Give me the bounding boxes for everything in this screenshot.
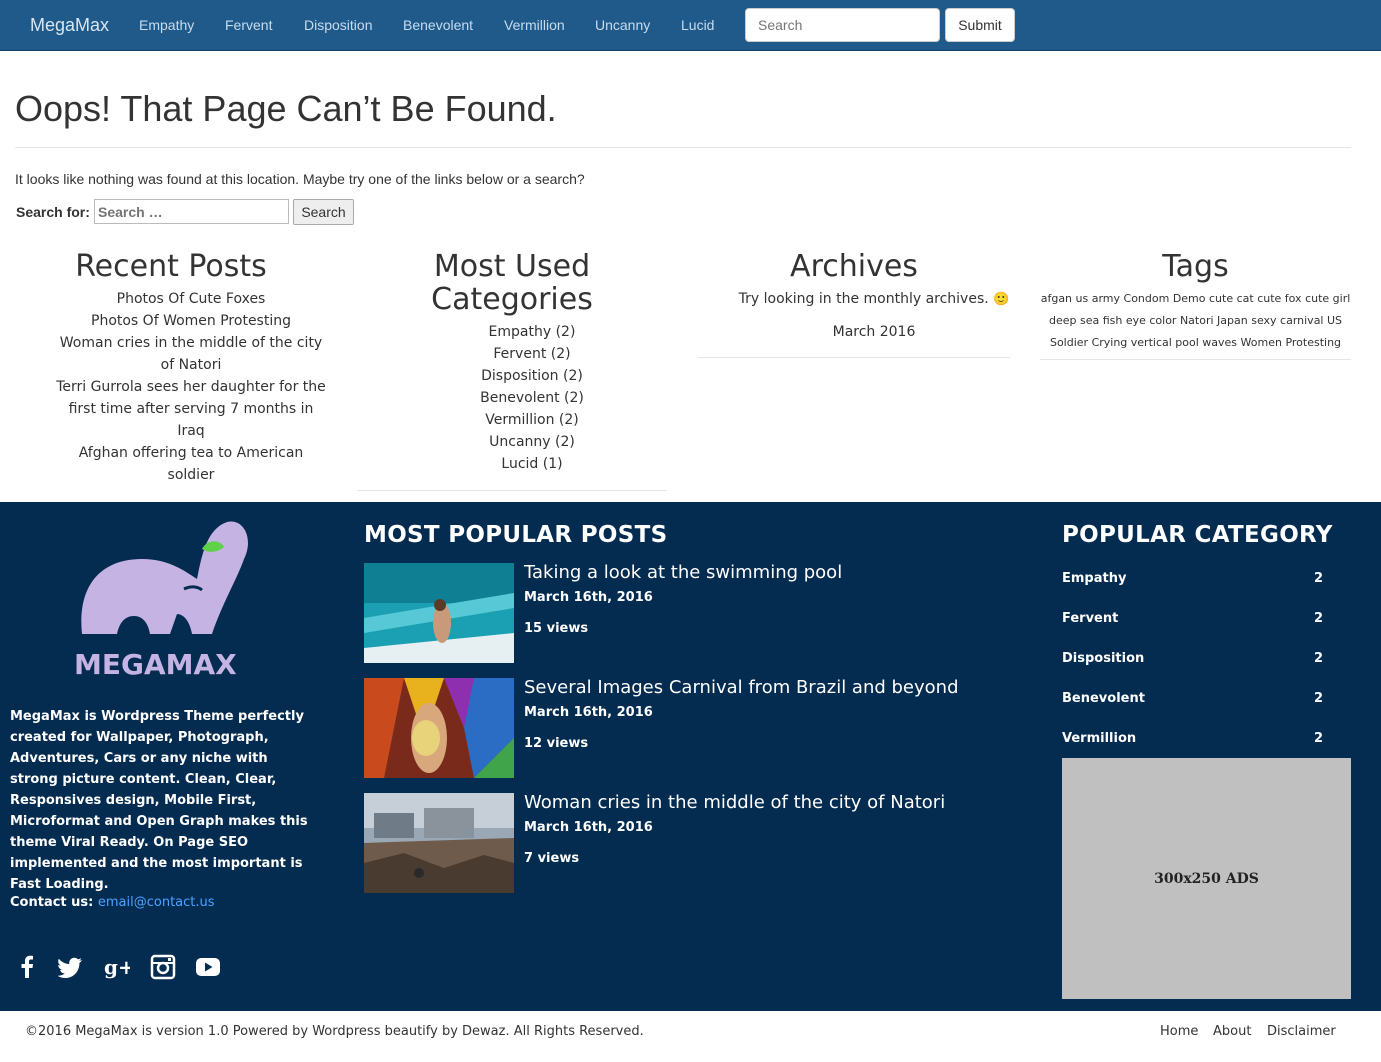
footer-link-about[interactable]: About	[1213, 1024, 1251, 1039]
popular-post-date: March 16th, 2016	[524, 820, 653, 835]
categories-heading-line2: Categories	[431, 282, 593, 317]
bottom-bar: ©2016 MegaMax is version 1.0 Powered by …	[0, 1011, 1381, 1062]
recent-post-link[interactable]: Photos Of Women Protesting	[40, 310, 342, 332]
categories-heading-line1: Most Used	[433, 249, 591, 284]
megamax-logo[interactable]: MEGAMAX	[72, 514, 252, 679]
nav-item-vermillion[interactable]: Vermillion	[504, 17, 565, 33]
tags-divider	[1040, 359, 1351, 360]
post-thumbnail-carnival[interactable]	[364, 678, 514, 778]
elephant-logo-icon	[81, 521, 248, 634]
tag-cloud-line[interactable]: Soldier Crying vertical pool waves Women…	[1040, 332, 1351, 354]
popular-post-title[interactable]: Several Images Carnival from Brazil and …	[524, 677, 959, 698]
page-title: Oops! That Page Can’t Be Found.	[15, 88, 557, 129]
recent-post-link[interactable]: first time after serving 7 months in	[40, 398, 342, 420]
smile-emoji-icon: 🙂	[993, 292, 1010, 307]
popular-category-link[interactable]: Vermillion	[1062, 731, 1136, 746]
popular-post-views: 7 views	[524, 851, 580, 866]
footer: MEGAMAX MegaMax is Wordpress Theme perfe…	[0, 502, 1381, 1011]
contact-line: Contact us: email@contact.us	[10, 895, 215, 910]
youtube-icon[interactable]	[195, 954, 221, 980]
popular-category-heading: POPULAR CATEGORY	[1062, 522, 1333, 548]
popular-post-date: March 16th, 2016	[524, 590, 653, 605]
popular-post-title[interactable]: Taking a look at the swimming pool	[524, 562, 842, 583]
brand-link[interactable]: MegaMax	[30, 15, 109, 36]
recent-post-link[interactable]: Terri Gurrola sees her daughter for the	[40, 376, 342, 398]
title-divider	[15, 147, 1351, 148]
recent-posts-widget: Recent Posts Photos Of Cute Foxes Photos…	[40, 250, 342, 486]
contact-label: Contact us:	[10, 895, 94, 910]
categories-divider	[357, 490, 667, 491]
popular-category-link[interactable]: Fervent	[1062, 611, 1118, 626]
category-link-vermillion[interactable]: Vermillion (2)	[357, 409, 667, 431]
archives-widget: Archives Try looking in the monthly arch…	[698, 249, 1010, 358]
svg-text:g+: g+	[104, 955, 130, 979]
ad-placeholder[interactable]: 300x250 ADS	[1062, 758, 1351, 999]
about-text: MegaMax is Wordpress Theme perfectly cre…	[10, 709, 308, 892]
tags-heading: Tags	[1162, 249, 1229, 284]
post-thumbnail-natori[interactable]	[364, 793, 514, 893]
search-label: Search for:	[16, 204, 90, 220]
nav-item-fervent[interactable]: Fervent	[225, 17, 272, 33]
popular-post-views: 15 views	[524, 621, 589, 636]
recent-posts-heading: Recent Posts	[75, 249, 267, 284]
tag-cloud-line[interactable]: afgan us army Condom Demo cute cat cute …	[1040, 288, 1351, 310]
tag-cloud-line[interactable]: deep sea fish eye color Natori Japan sex…	[1040, 310, 1351, 332]
popular-category-count: 2	[1314, 571, 1324, 586]
category-link-lucid[interactable]: Lucid (1)	[357, 453, 667, 475]
category-link-benevolent[interactable]: Benevolent (2)	[357, 387, 667, 409]
popular-category-count: 2	[1314, 731, 1324, 746]
ad-label: 300x250 ADS	[1154, 870, 1259, 887]
not-found-message: It looks like nothing was found at this …	[15, 171, 585, 187]
category-link-fervent[interactable]: Fervent (2)	[357, 343, 667, 365]
category-link-empathy[interactable]: Empathy (2)	[357, 321, 667, 343]
recent-post-link[interactable]: Woman cries in the middle of the city	[40, 332, 342, 354]
twitter-icon[interactable]	[58, 954, 84, 980]
nav-search-input[interactable]	[745, 8, 940, 42]
nav-item-lucid[interactable]: Lucid	[681, 17, 714, 33]
post-thumbnail-swimming-pool[interactable]	[364, 563, 514, 663]
footer-link-disclaimer[interactable]: Disclaimer	[1267, 1024, 1336, 1039]
recent-post-link[interactable]: soldier	[40, 464, 342, 486]
recent-post-link[interactable]: of Natori	[40, 354, 342, 376]
popular-category-count: 2	[1314, 691, 1324, 706]
popular-category-count: 2	[1314, 651, 1324, 666]
popular-category-link[interactable]: Disposition	[1062, 651, 1144, 666]
popular-post-views: 12 views	[524, 736, 589, 751]
category-link-disposition[interactable]: Disposition (2)	[357, 365, 667, 387]
popular-posts-heading: MOST POPULAR POSTS	[364, 522, 668, 548]
popular-category-link[interactable]: Benevolent	[1062, 691, 1145, 706]
logo-text: MEGAMAX	[74, 648, 237, 679]
popular-post-title[interactable]: Woman cries in the middle of the city of…	[524, 792, 945, 813]
search-input[interactable]	[94, 199, 289, 224]
contact-email-link[interactable]: email@contact.us	[98, 895, 215, 910]
nav-submit-button[interactable]: Submit	[945, 8, 1015, 42]
archives-heading: Archives	[790, 249, 918, 284]
category-link-uncanny[interactable]: Uncanny (2)	[357, 431, 667, 453]
categories-widget: Most Used Categories Empathy (2) Fervent…	[357, 249, 667, 491]
copyright-text: ©2016 MegaMax is version 1.0 Powered by …	[25, 1024, 644, 1039]
search-button[interactable]: Search	[293, 199, 354, 225]
recent-post-link[interactable]: Photos Of Cute Foxes	[40, 288, 342, 310]
instagram-icon[interactable]	[150, 954, 176, 980]
recent-post-link[interactable]: Iraq	[40, 420, 342, 442]
archives-hint: Try looking in the monthly archives.	[738, 291, 989, 307]
popular-category-link[interactable]: Empathy	[1062, 571, 1126, 586]
nav-item-disposition[interactable]: Disposition	[304, 17, 372, 33]
google-plus-icon[interactable]: g+	[104, 954, 130, 980]
popular-category-count: 2	[1314, 611, 1324, 626]
nav-item-benevolent[interactable]: Benevolent	[403, 17, 473, 33]
tags-widget: Tags afgan us army Condom Demo cute cat …	[1040, 249, 1351, 360]
footer-link-home[interactable]: Home	[1160, 1024, 1198, 1039]
facebook-icon[interactable]	[14, 954, 40, 980]
nav-item-empathy[interactable]: Empathy	[139, 17, 194, 33]
nav-item-uncanny[interactable]: Uncanny	[595, 17, 650, 33]
recent-post-link[interactable]: Afghan offering tea to American	[40, 442, 342, 464]
archive-link-march-2016[interactable]: March 2016	[698, 321, 1010, 343]
navbar: MegaMax Empathy Fervent Disposition Bene…	[0, 0, 1381, 51]
archives-divider	[698, 357, 1010, 358]
popular-post-date: March 16th, 2016	[524, 705, 653, 720]
